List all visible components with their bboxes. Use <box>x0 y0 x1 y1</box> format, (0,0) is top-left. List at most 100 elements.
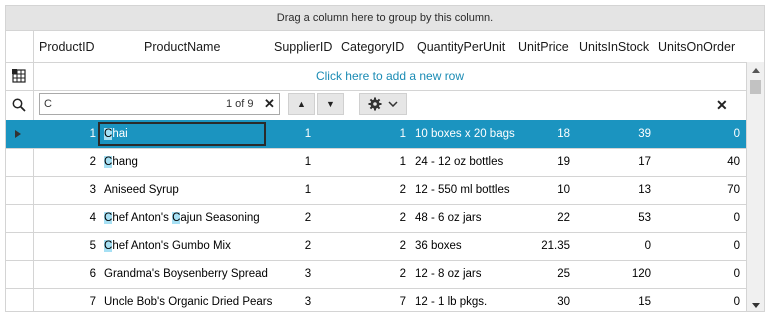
cell-unitsinstock[interactable]: 0 <box>570 232 651 260</box>
column-header-quantityperunit[interactable]: QuantityPerUnit <box>417 30 505 62</box>
vertical-scrollbar[interactable] <box>746 62 764 311</box>
cell-unitprice[interactable]: 19 <box>518 148 570 176</box>
group-panel-text: Drag a column here to group by this colu… <box>276 12 494 24</box>
cell-quantityperunit[interactable]: 48 - 6 oz jars <box>415 204 518 232</box>
cell-productname[interactable]: Chef Anton's Cajun Seasoning <box>104 204 264 232</box>
cell-categoryid[interactable]: 2 <box>342 204 406 232</box>
column-header-unitsinstock[interactable]: UnitsInStock <box>579 30 649 62</box>
table-row[interactable]: 7 Uncle Bob's Organic Dried Pears 3 7 12… <box>6 288 746 311</box>
cell-unitsinstock[interactable]: 120 <box>570 260 651 288</box>
cell-productid[interactable]: 2 <box>34 148 96 176</box>
search-settings-button[interactable] <box>359 93 407 115</box>
cell-supplierid[interactable]: 2 <box>274 232 342 260</box>
cell-unitsonorder[interactable]: 0 <box>651 120 740 148</box>
cell-productid[interactable]: 3 <box>34 176 96 204</box>
previous-match-button[interactable]: ▲ <box>288 93 315 115</box>
scrollbar-thumb[interactable] <box>750 80 761 94</box>
cell-unitprice[interactable]: 22 <box>518 204 570 232</box>
column-header-supplierid[interactable]: SupplierID <box>274 30 332 62</box>
cell-unitprice[interactable]: 18 <box>518 120 570 148</box>
cell-categoryid[interactable]: 2 <box>342 260 406 288</box>
cell-unitsinstock[interactable]: 39 <box>570 120 651 148</box>
scroll-up-arrow-icon[interactable] <box>747 62 764 78</box>
cell-supplierid[interactable]: 1 <box>274 148 342 176</box>
cell-unitsonorder[interactable]: 0 <box>651 288 740 311</box>
cell-unitsinstock[interactable]: 17 <box>570 148 651 176</box>
search-row: C 1 of 9 ✕ ▲ ▼ ✕ <box>6 90 746 121</box>
cell-quantityperunit[interactable]: 24 - 12 oz bottles <box>415 148 518 176</box>
new-row[interactable]: Click here to add a new row <box>6 62 746 91</box>
cell-quantityperunit[interactable]: 10 boxes x 20 bags <box>415 120 518 148</box>
cell-quantityperunit[interactable]: 36 boxes <box>415 232 518 260</box>
table-row[interactable]: 6 Grandma's Boysenberry Spread 3 2 12 - … <box>6 260 746 289</box>
cell-unitprice[interactable]: 25 <box>518 260 570 288</box>
search-input[interactable]: C 1 of 9 ✕ <box>39 93 280 115</box>
cell-categoryid[interactable]: 2 <box>342 232 406 260</box>
cell-text: hang <box>112 156 138 168</box>
cell-productname[interactable]: Chang <box>104 148 264 176</box>
cell-categoryid[interactable]: 1 <box>342 148 406 176</box>
cell-unitsonorder[interactable]: 0 <box>651 204 740 232</box>
cell-productid[interactable]: 4 <box>34 204 96 232</box>
cell-productid[interactable]: 6 <box>34 260 96 288</box>
cell-productname[interactable]: Chai <box>104 120 264 148</box>
cell-unitsinstock[interactable]: 15 <box>570 288 651 311</box>
cell-quantityperunit[interactable]: 12 - 1 lb pkgs. <box>415 288 518 311</box>
cell-unitsonorder[interactable]: 0 <box>651 260 740 288</box>
cell-productname[interactable]: Uncle Bob's Organic Dried Pears <box>104 288 274 311</box>
cell-productid[interactable]: 5 <box>34 232 96 260</box>
cell-productid[interactable]: 1 <box>34 120 96 148</box>
cell-supplierid[interactable]: 1 <box>274 176 342 204</box>
cell-unitprice[interactable]: 10 <box>518 176 570 204</box>
column-header-categoryid[interactable]: CategoryID <box>341 30 404 62</box>
cell-unitsonorder[interactable]: 0 <box>651 232 740 260</box>
cell-unitsinstock[interactable]: 53 <box>570 204 651 232</box>
column-header-row: ProductID ProductName SupplierID Categor… <box>6 30 764 63</box>
search-icon <box>11 97 27 113</box>
next-match-button[interactable]: ▼ <box>317 93 344 115</box>
data-grid: Drag a column here to group by this colu… <box>5 5 765 312</box>
table-row[interactable]: 5 Chef Anton's Gumbo Mix 2 2 36 boxes 21… <box>6 232 746 261</box>
cell-text: ajun Seasoning <box>180 212 260 224</box>
group-panel[interactable]: Drag a column here to group by this colu… <box>6 6 764 31</box>
column-header-unitsonorder[interactable]: UnitsOnOrder <box>658 30 735 62</box>
cell-unitsonorder[interactable]: 40 <box>651 148 740 176</box>
add-new-row-link[interactable]: Click here to add a new row <box>34 62 746 90</box>
cell-unitprice[interactable]: 30 <box>518 288 570 311</box>
row-indicator <box>6 120 33 148</box>
cell-categoryid[interactable]: 2 <box>342 176 406 204</box>
cell-supplierid[interactable]: 1 <box>274 120 342 148</box>
cell-unitsonorder[interactable]: 70 <box>651 176 740 204</box>
search-match-count: 1 of 9 <box>226 98 254 110</box>
cell-productid[interactable]: 7 <box>34 288 96 311</box>
cell-supplierid[interactable]: 3 <box>274 288 342 311</box>
table-row[interactable]: 1 Chai 1 1 10 boxes x 20 bags 18 39 0 <box>6 120 746 149</box>
current-row-icon <box>15 130 21 138</box>
close-search-button[interactable]: ✕ <box>716 90 728 120</box>
column-header-productid[interactable]: ProductID <box>39 30 95 62</box>
chevron-down-icon <box>388 101 398 107</box>
column-header-productname[interactable]: ProductName <box>144 30 220 62</box>
cell-productname[interactable]: Chef Anton's Gumbo Mix <box>104 232 264 260</box>
cell-productname[interactable]: Aniseed Syrup <box>104 176 264 204</box>
cell-text: hai <box>112 128 128 140</box>
clear-search-icon[interactable]: ✕ <box>264 94 275 114</box>
cell-categoryid[interactable]: 1 <box>342 120 406 148</box>
cell-unitsinstock[interactable]: 13 <box>570 176 651 204</box>
cell-text: hef Anton's <box>112 212 173 224</box>
cell-productname[interactable]: Grandma's Boysenberry Spread <box>104 260 274 288</box>
table-row[interactable]: 4 Chef Anton's Cajun Seasoning 2 2 48 - … <box>6 204 746 233</box>
table-row[interactable]: 3 Aniseed Syrup 1 2 12 - 550 ml bottles … <box>6 176 746 205</box>
column-header-unitprice[interactable]: UnitPrice <box>518 30 569 62</box>
cell-categoryid[interactable]: 7 <box>342 288 406 311</box>
cell-text: hef Anton's Gumbo Mix <box>112 240 231 252</box>
gear-icon <box>368 97 382 111</box>
cell-supplierid[interactable]: 2 <box>274 204 342 232</box>
cell-quantityperunit[interactable]: 12 - 550 ml bottles <box>415 176 518 204</box>
scroll-down-arrow-icon[interactable] <box>747 297 764 311</box>
cell-unitprice[interactable]: 21.35 <box>518 232 570 260</box>
cell-supplierid[interactable]: 3 <box>274 260 342 288</box>
table-row[interactable]: 2 Chang 1 1 24 - 12 oz bottles 19 17 40 <box>6 148 746 177</box>
cell-quantityperunit[interactable]: 12 - 8 oz jars <box>415 260 518 288</box>
add-row-table-icon[interactable] <box>11 68 27 84</box>
